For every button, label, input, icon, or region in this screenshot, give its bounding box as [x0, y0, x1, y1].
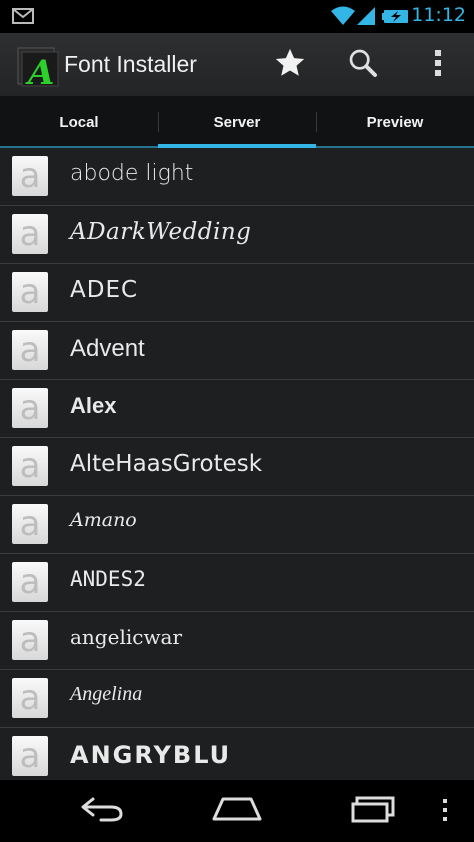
- font-preview-thumbnail: a: [12, 214, 48, 254]
- wifi-icon: [330, 5, 356, 31]
- home-icon: [211, 796, 263, 826]
- font-list-item[interactable]: a ANDES2: [0, 554, 474, 612]
- font-name: ANDES2: [70, 567, 146, 591]
- font-list-item[interactable]: a ADEC: [0, 264, 474, 322]
- font-preview-thumbnail: a: [12, 562, 48, 602]
- font-name: ADarkWedding: [70, 219, 252, 245]
- font-list-item[interactable]: a Advent: [0, 322, 474, 380]
- font-preview-thumbnail: a: [12, 504, 48, 544]
- font-name: Amano: [70, 509, 137, 531]
- font-list-item[interactable]: a ADarkWedding: [0, 206, 474, 264]
- font-list-item[interactable]: a abode light: [0, 148, 474, 206]
- svg-text:A: A: [25, 53, 54, 88]
- font-name: angelicwar: [70, 625, 183, 649]
- font-preview-thumbnail: a: [12, 446, 48, 486]
- recent-apps-icon: [349, 795, 397, 827]
- menu-icon: [442, 799, 448, 826]
- navigation-bar: [0, 780, 474, 842]
- font-preview-thumbnail: a: [12, 330, 48, 370]
- font-name: ADEC: [70, 277, 139, 303]
- font-preview-thumbnail: a: [12, 272, 48, 312]
- search-button[interactable]: [343, 45, 383, 85]
- home-button[interactable]: [207, 794, 267, 828]
- font-list-item[interactable]: a ANGRYBLU: [0, 728, 474, 780]
- battery-charging-icon: [382, 9, 410, 28]
- overflow-menu-icon: [434, 49, 442, 81]
- font-list-item[interactable]: a angelicwar: [0, 612, 474, 670]
- font-preview-thumbnail: a: [12, 156, 48, 196]
- font-preview-thumbnail: a: [12, 388, 48, 428]
- favorites-button[interactable]: [270, 45, 310, 85]
- font-name: abode light: [70, 161, 194, 186]
- tab-preview[interactable]: Preview: [316, 96, 474, 148]
- tab-server[interactable]: Server: [158, 96, 316, 148]
- search-icon: [347, 47, 379, 83]
- font-list-item[interactable]: a AlteHaasGrotesk: [0, 438, 474, 496]
- tab-bar: Local Server Preview: [0, 96, 474, 148]
- overflow-menu-button[interactable]: [418, 45, 458, 85]
- star-icon: [273, 46, 307, 84]
- font-list-item[interactable]: a Amano: [0, 496, 474, 554]
- menu-button[interactable]: [442, 798, 448, 826]
- font-list-item[interactable]: a Alex: [0, 380, 474, 438]
- font-name: Alex: [70, 393, 117, 418]
- font-list[interactable]: a abode light a ADarkWedding a ADEC a Ad…: [0, 148, 474, 780]
- app-logo: A: [16, 46, 60, 93]
- font-preview-thumbnail: a: [12, 736, 48, 776]
- status-bar: 11:12: [0, 0, 474, 33]
- font-name: Angelina: [70, 683, 143, 705]
- font-name: AlteHaasGrotesk: [70, 451, 263, 477]
- font-list-item[interactable]: a Angelina: [0, 670, 474, 728]
- app-title: Font Installer: [64, 51, 197, 77]
- font-name: Advent: [70, 335, 145, 362]
- action-bar: A Font Installer: [0, 33, 474, 96]
- recent-apps-button[interactable]: [343, 794, 403, 828]
- font-name: ANGRYBLU: [70, 741, 232, 769]
- signal-icon: [356, 6, 376, 30]
- font-preview-thumbnail: a: [12, 620, 48, 660]
- clock: 11:12: [411, 4, 466, 26]
- mail-icon: [12, 7, 34, 29]
- tab-local[interactable]: Local: [0, 96, 158, 148]
- font-preview-thumbnail: a: [12, 678, 48, 718]
- back-button[interactable]: [72, 794, 132, 828]
- back-icon: [79, 795, 125, 827]
